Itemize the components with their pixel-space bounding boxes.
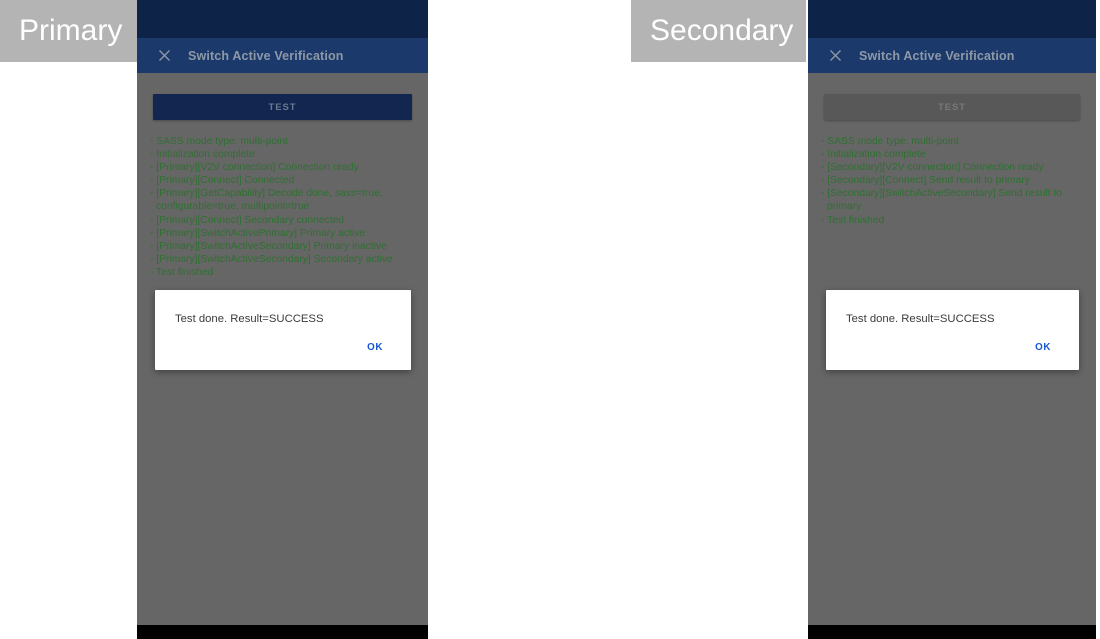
primary-status-bar	[137, 0, 428, 38]
page-title: Switch Active Verification	[188, 48, 344, 63]
secondary-app-bar: Switch Active Verification	[808, 38, 1096, 73]
ok-button[interactable]: OK	[1029, 338, 1057, 357]
result-dialog: Test done. Result=SUCCESS OK	[155, 290, 411, 370]
primary-app-bar: Switch Active Verification	[137, 38, 428, 73]
dialog-message: Test done. Result=SUCCESS	[175, 313, 324, 325]
annotation-primary: Primary	[0, 0, 137, 62]
primary-device-panel: Switch Active Verification TEST - SASS m…	[137, 0, 428, 639]
page-title: Switch Active Verification	[859, 48, 1015, 63]
secondary-dialog-backdrop: Test done. Result=SUCCESS OK	[808, 73, 1096, 625]
primary-navigation-bar	[137, 625, 428, 639]
result-dialog: Test done. Result=SUCCESS OK	[826, 290, 1079, 370]
dialog-message: Test done. Result=SUCCESS	[846, 313, 995, 325]
secondary-status-bar	[808, 0, 1096, 38]
secondary-navigation-bar	[808, 625, 1096, 639]
secondary-device-panel: Switch Active Verification TEST - SASS m…	[808, 0, 1096, 639]
dialog-actions: OK	[155, 327, 411, 370]
close-icon[interactable]	[151, 49, 177, 62]
close-icon[interactable]	[822, 49, 848, 62]
ok-button[interactable]: OK	[361, 338, 389, 357]
dialog-actions: OK	[826, 327, 1079, 370]
annotation-secondary: Secondary	[631, 0, 806, 62]
primary-dialog-backdrop: Test done. Result=SUCCESS OK	[137, 73, 428, 625]
